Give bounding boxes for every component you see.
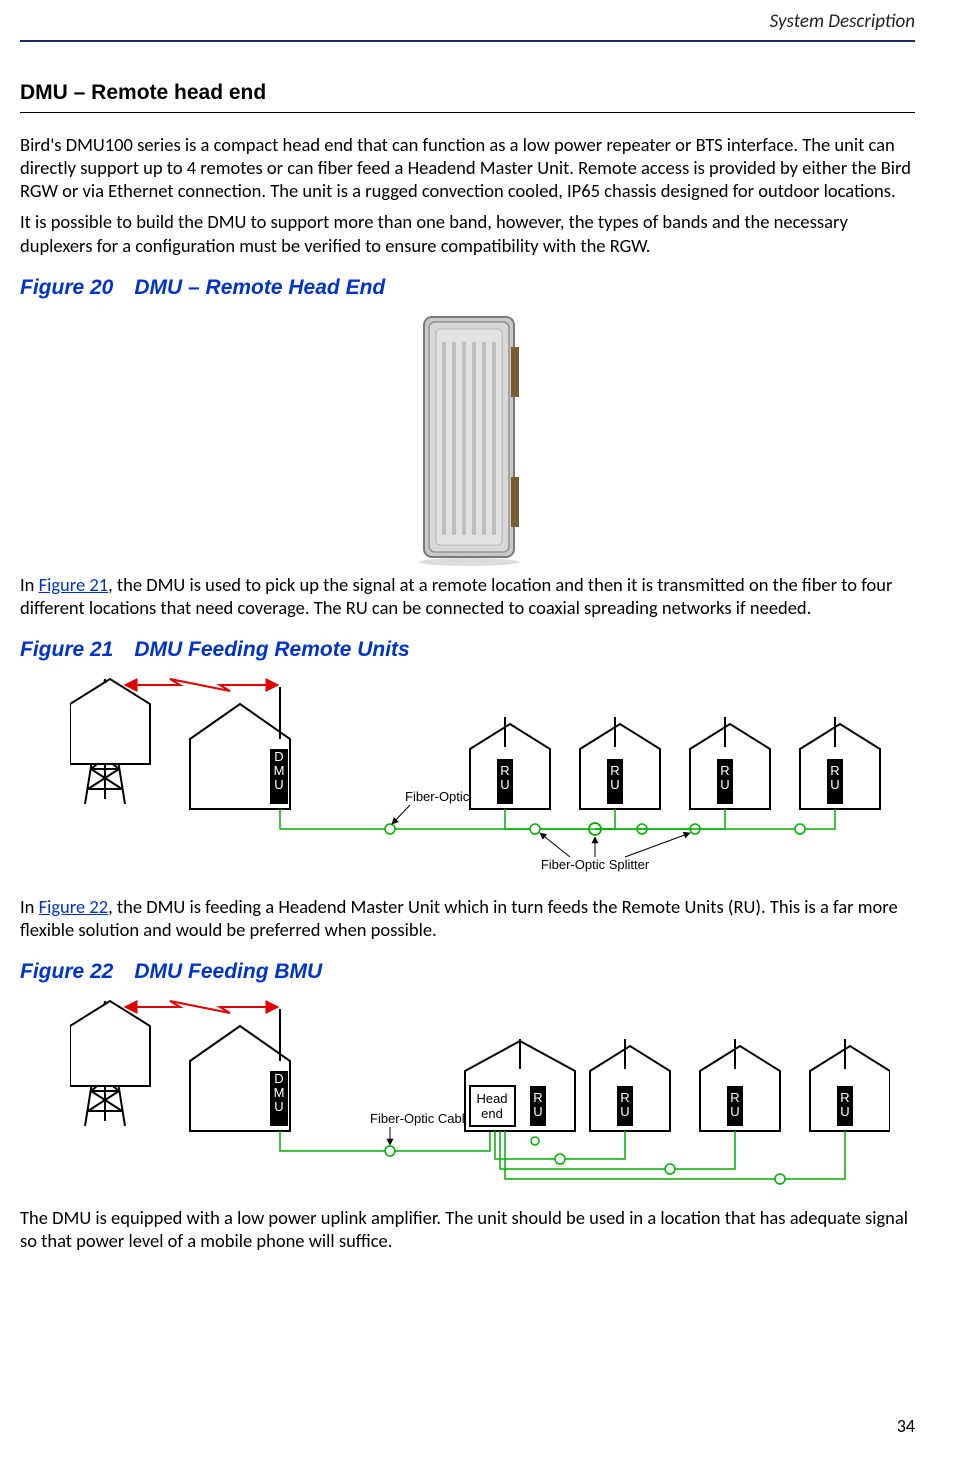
svg-text:M: M [274,1085,285,1100]
svg-text:D: D [274,749,283,764]
svg-text:D: D [274,1071,283,1086]
section-heading: DMU – Remote head end [20,80,915,113]
section-heading-text: DMU – Remote head end [20,81,266,104]
body-paragraph-5: The DMU is equipped with a low power upl… [20,1206,915,1252]
svg-text:R: R [720,763,729,778]
body-paragraph-1: Bird's DMU100 series is a compact head e… [20,133,915,202]
svg-text:U: U [533,1104,542,1119]
figure-21-link[interactable]: Figure 21 [39,573,109,596]
svg-text:U: U [720,777,729,792]
svg-text:M: M [274,763,285,778]
fig21-splitter-label: Fiber-Optic Splitter [541,857,650,872]
svg-text:U: U [620,1104,629,1119]
para4-a: In [20,895,39,918]
svg-text:U: U [730,1104,739,1119]
svg-text:U: U [274,777,283,792]
figure-20-caption: Figure 20 DMU – Remote Head End [20,275,915,301]
figure-22-caption: Figure 22 DMU Feeding BMU [20,959,915,985]
svg-text:U: U [840,1104,849,1119]
page-header: System Description [20,0,915,42]
svg-text:U: U [500,777,509,792]
para3-a: In [20,573,39,596]
chapter-title: System Description [770,10,915,33]
figure-22-link[interactable]: Figure 22 [39,895,109,918]
svg-text:R: R [533,1090,542,1105]
svg-text:Head: Head [476,1091,507,1106]
svg-text:R: R [830,763,839,778]
para4-b: , the DMU is feeding a Headend Master Un… [20,895,898,941]
body-paragraph-2: It is possible to build the DMU to suppo… [20,210,915,256]
svg-text:end: end [481,1106,503,1121]
svg-text:R: R [620,1090,629,1105]
svg-text:R: R [730,1090,739,1105]
svg-text:U: U [274,1099,283,1114]
para3-b: , the DMU is used to pick up the signal … [20,573,892,619]
svg-text:R: R [500,763,509,778]
body-paragraph-3: In Figure 21, the DMU is used to pick up… [20,573,915,619]
svg-text:R: R [610,763,619,778]
svg-text:U: U [610,777,619,792]
svg-text:U: U [830,777,839,792]
figure-21-caption: Figure 21 DMU Feeding Remote Units [20,637,915,663]
figure-22-diagram: D M U Fiber-Optic Cable Head end R U R U… [70,991,915,1196]
body-paragraph-4: In Figure 22, the DMU is feeding a Heade… [20,895,915,941]
figure-21-diagram: D M U Fiber-Optic Cable R U R U R U R U … [70,669,915,884]
fig22-fiber-cable-label: Fiber-Optic Cable [370,1111,472,1126]
figure-20-image [374,307,562,567]
page-number: 34 [897,1415,915,1438]
svg-text:R: R [840,1090,849,1105]
